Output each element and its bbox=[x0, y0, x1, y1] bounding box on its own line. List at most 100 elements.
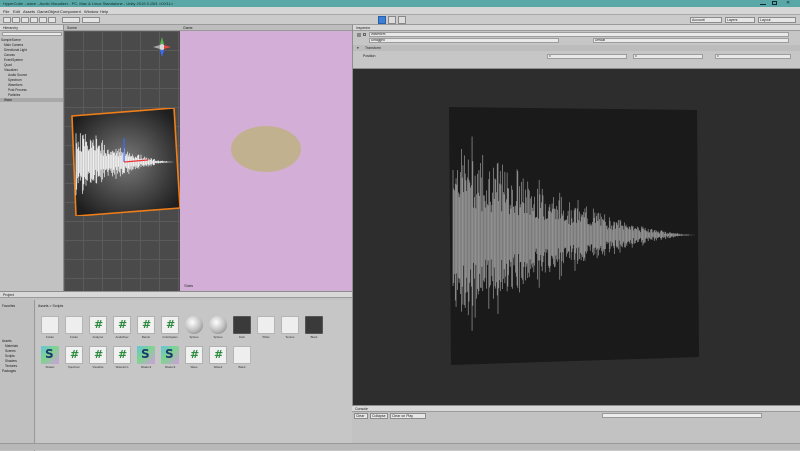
game-view[interactable]: Game Stats bbox=[180, 25, 352, 291]
texture-icon bbox=[281, 316, 299, 334]
layers-dropdown[interactable]: Layers bbox=[725, 17, 755, 23]
account-dropdown[interactable]: Account bbox=[690, 17, 722, 23]
menu-edit[interactable]: Edit bbox=[13, 9, 20, 14]
layout-dropdown[interactable]: Layout bbox=[758, 17, 796, 23]
asset-tile[interactable]: # AudioPeer bbox=[112, 316, 132, 342]
asset-tile[interactable]: S Shader bbox=[40, 346, 60, 372]
asset-tile[interactable]: # CubeSpawn bbox=[160, 316, 180, 342]
project-breadcrumb[interactable]: Assets > Scripts bbox=[38, 304, 63, 308]
asset-name: Spectrum bbox=[68, 365, 80, 369]
pause-button[interactable] bbox=[388, 16, 396, 24]
console-clear-button[interactable]: Clear bbox=[354, 413, 368, 419]
play-button[interactable] bbox=[378, 16, 386, 24]
project-tree-item[interactable]: Scenes bbox=[5, 349, 16, 353]
project-tree-item[interactable]: Textures bbox=[5, 364, 17, 368]
asset-tile[interactable]: Texture bbox=[280, 316, 300, 342]
console-collapse-button[interactable]: Collapse bbox=[370, 413, 388, 419]
active-checkbox[interactable] bbox=[363, 33, 366, 36]
hierarchy-item[interactable]: Audio Source bbox=[0, 73, 63, 77]
asset-tile[interactable]: # Waveform bbox=[112, 346, 132, 372]
transform-foldout-icon[interactable]: ▾ bbox=[357, 45, 359, 51]
step-button[interactable] bbox=[398, 16, 406, 24]
project-tree-item[interactable]: Assets bbox=[2, 339, 12, 343]
asset-tile[interactable]: # Wave2 bbox=[208, 346, 228, 372]
hierarchy-item[interactable]: EventSystem bbox=[0, 58, 63, 62]
scene-tab-label: Scene bbox=[67, 26, 77, 30]
move-tool-icon[interactable] bbox=[12, 17, 20, 23]
project-tab[interactable]: Project bbox=[0, 292, 352, 298]
position-y-field[interactable]: 0 bbox=[633, 54, 703, 59]
menu-gameobject[interactable]: GameObject bbox=[37, 9, 59, 14]
pivot-toggle[interactable] bbox=[62, 17, 80, 23]
layer-dropdown[interactable]: Default bbox=[593, 38, 789, 43]
asset-tile[interactable]: # Visualize bbox=[88, 346, 108, 372]
global-toggle[interactable] bbox=[82, 17, 100, 23]
hierarchy-item[interactable]: Canvas bbox=[0, 53, 63, 57]
project-tree-item[interactable]: Scripts bbox=[5, 354, 15, 358]
close-icon[interactable]: ✕ bbox=[786, 0, 790, 6]
hierarchy-item[interactable]: SampleScene bbox=[0, 38, 63, 42]
hierarchy-search-input[interactable] bbox=[2, 32, 62, 36]
asset-tile[interactable]: # Spectrum bbox=[64, 346, 84, 372]
hierarchy-item[interactable]: Visualizer bbox=[0, 68, 63, 72]
menu-assets[interactable]: Assets bbox=[23, 9, 35, 14]
project-tree-item[interactable]: Packages bbox=[2, 369, 16, 373]
scene-waveform-quad[interactable] bbox=[68, 108, 180, 216]
asset-tile[interactable]: # Wave bbox=[184, 346, 204, 372]
asset-tile[interactable]: Folder bbox=[40, 316, 60, 342]
console-tab[interactable]: Console bbox=[352, 406, 800, 412]
console-clear-on-play-button[interactable]: Clear on Play bbox=[390, 413, 426, 419]
asset-tile[interactable]: Folder bbox=[64, 316, 84, 342]
hierarchy-item[interactable]: Main Camera bbox=[0, 43, 63, 47]
project-tree-item[interactable]: Favorites bbox=[2, 304, 15, 308]
shader-glyph: S bbox=[165, 347, 174, 361]
project-tree-item[interactable]: Materials bbox=[5, 344, 18, 348]
object-name-field[interactable]: Waveform bbox=[369, 32, 789, 37]
hierarchy-item[interactable]: Waveform bbox=[0, 83, 63, 87]
orientation-gizmo-icon[interactable] bbox=[152, 36, 172, 58]
maximize-icon[interactable] bbox=[772, 1, 777, 5]
asset-name: Sphere bbox=[213, 335, 223, 339]
game-stats-badge[interactable]: Stats bbox=[184, 283, 193, 288]
menu-help[interactable]: Help bbox=[100, 9, 108, 14]
project-asset-grid: Assets > Scripts Folder Folder # Analyzer # A… bbox=[36, 300, 352, 451]
script-glyph: # bbox=[118, 318, 128, 331]
asset-tile[interactable]: S Shader2 bbox=[136, 346, 156, 372]
asset-name: Blank bbox=[238, 365, 246, 369]
position-x-field[interactable]: 0 bbox=[547, 54, 627, 59]
hierarchy-item[interactable]: Post Process bbox=[0, 88, 63, 92]
hierarchy-item[interactable]: Spectrum bbox=[0, 78, 63, 82]
asset-tile[interactable]: Dark bbox=[232, 316, 252, 342]
menu-file[interactable]: File bbox=[3, 9, 9, 14]
inspector-tab[interactable]: Inspector bbox=[353, 25, 800, 31]
minimize-icon[interactable] bbox=[760, 1, 766, 5]
hierarchy-tab[interactable]: Hierarchy bbox=[0, 25, 63, 31]
asset-name: Visualize bbox=[92, 365, 104, 369]
asset-tile[interactable]: Sphere bbox=[184, 316, 204, 342]
asset-tile[interactable]: Blank bbox=[232, 346, 252, 372]
tag-dropdown[interactable]: Untagged bbox=[369, 38, 559, 43]
asset-tile[interactable]: # Bands bbox=[136, 316, 156, 342]
hierarchy-item[interactable]: Quad bbox=[0, 63, 63, 67]
rect-tool-icon[interactable] bbox=[39, 17, 47, 23]
asset-tile[interactable]: # Analyzer bbox=[88, 316, 108, 342]
transform-tool-icon[interactable] bbox=[48, 17, 56, 23]
hierarchy-item[interactable]: Directional Light bbox=[0, 48, 63, 52]
hierarchy-item[interactable]: Particles bbox=[0, 93, 63, 97]
hand-tool-icon[interactable] bbox=[3, 17, 11, 23]
asset-tile[interactable]: Black bbox=[304, 316, 324, 342]
asset-tile[interactable]: Sphere bbox=[208, 316, 228, 342]
console-search-input[interactable] bbox=[602, 413, 762, 418]
menu-window[interactable]: Window bbox=[84, 9, 98, 14]
hierarchy-item[interactable]: Wave bbox=[0, 98, 63, 102]
asset-tile[interactable]: White bbox=[256, 316, 276, 342]
menu-component[interactable]: Component bbox=[60, 9, 81, 14]
csharp-script-icon: # bbox=[89, 316, 107, 334]
position-z-field[interactable]: 0 bbox=[715, 54, 791, 59]
shader-icon: S bbox=[161, 346, 179, 364]
asset-tile[interactable]: S Shader3 bbox=[160, 346, 180, 372]
scale-tool-icon[interactable] bbox=[30, 17, 38, 23]
project-tree-item[interactable]: Shaders bbox=[5, 359, 17, 363]
rotate-tool-icon[interactable] bbox=[21, 17, 29, 23]
asset-name: White bbox=[262, 335, 270, 339]
